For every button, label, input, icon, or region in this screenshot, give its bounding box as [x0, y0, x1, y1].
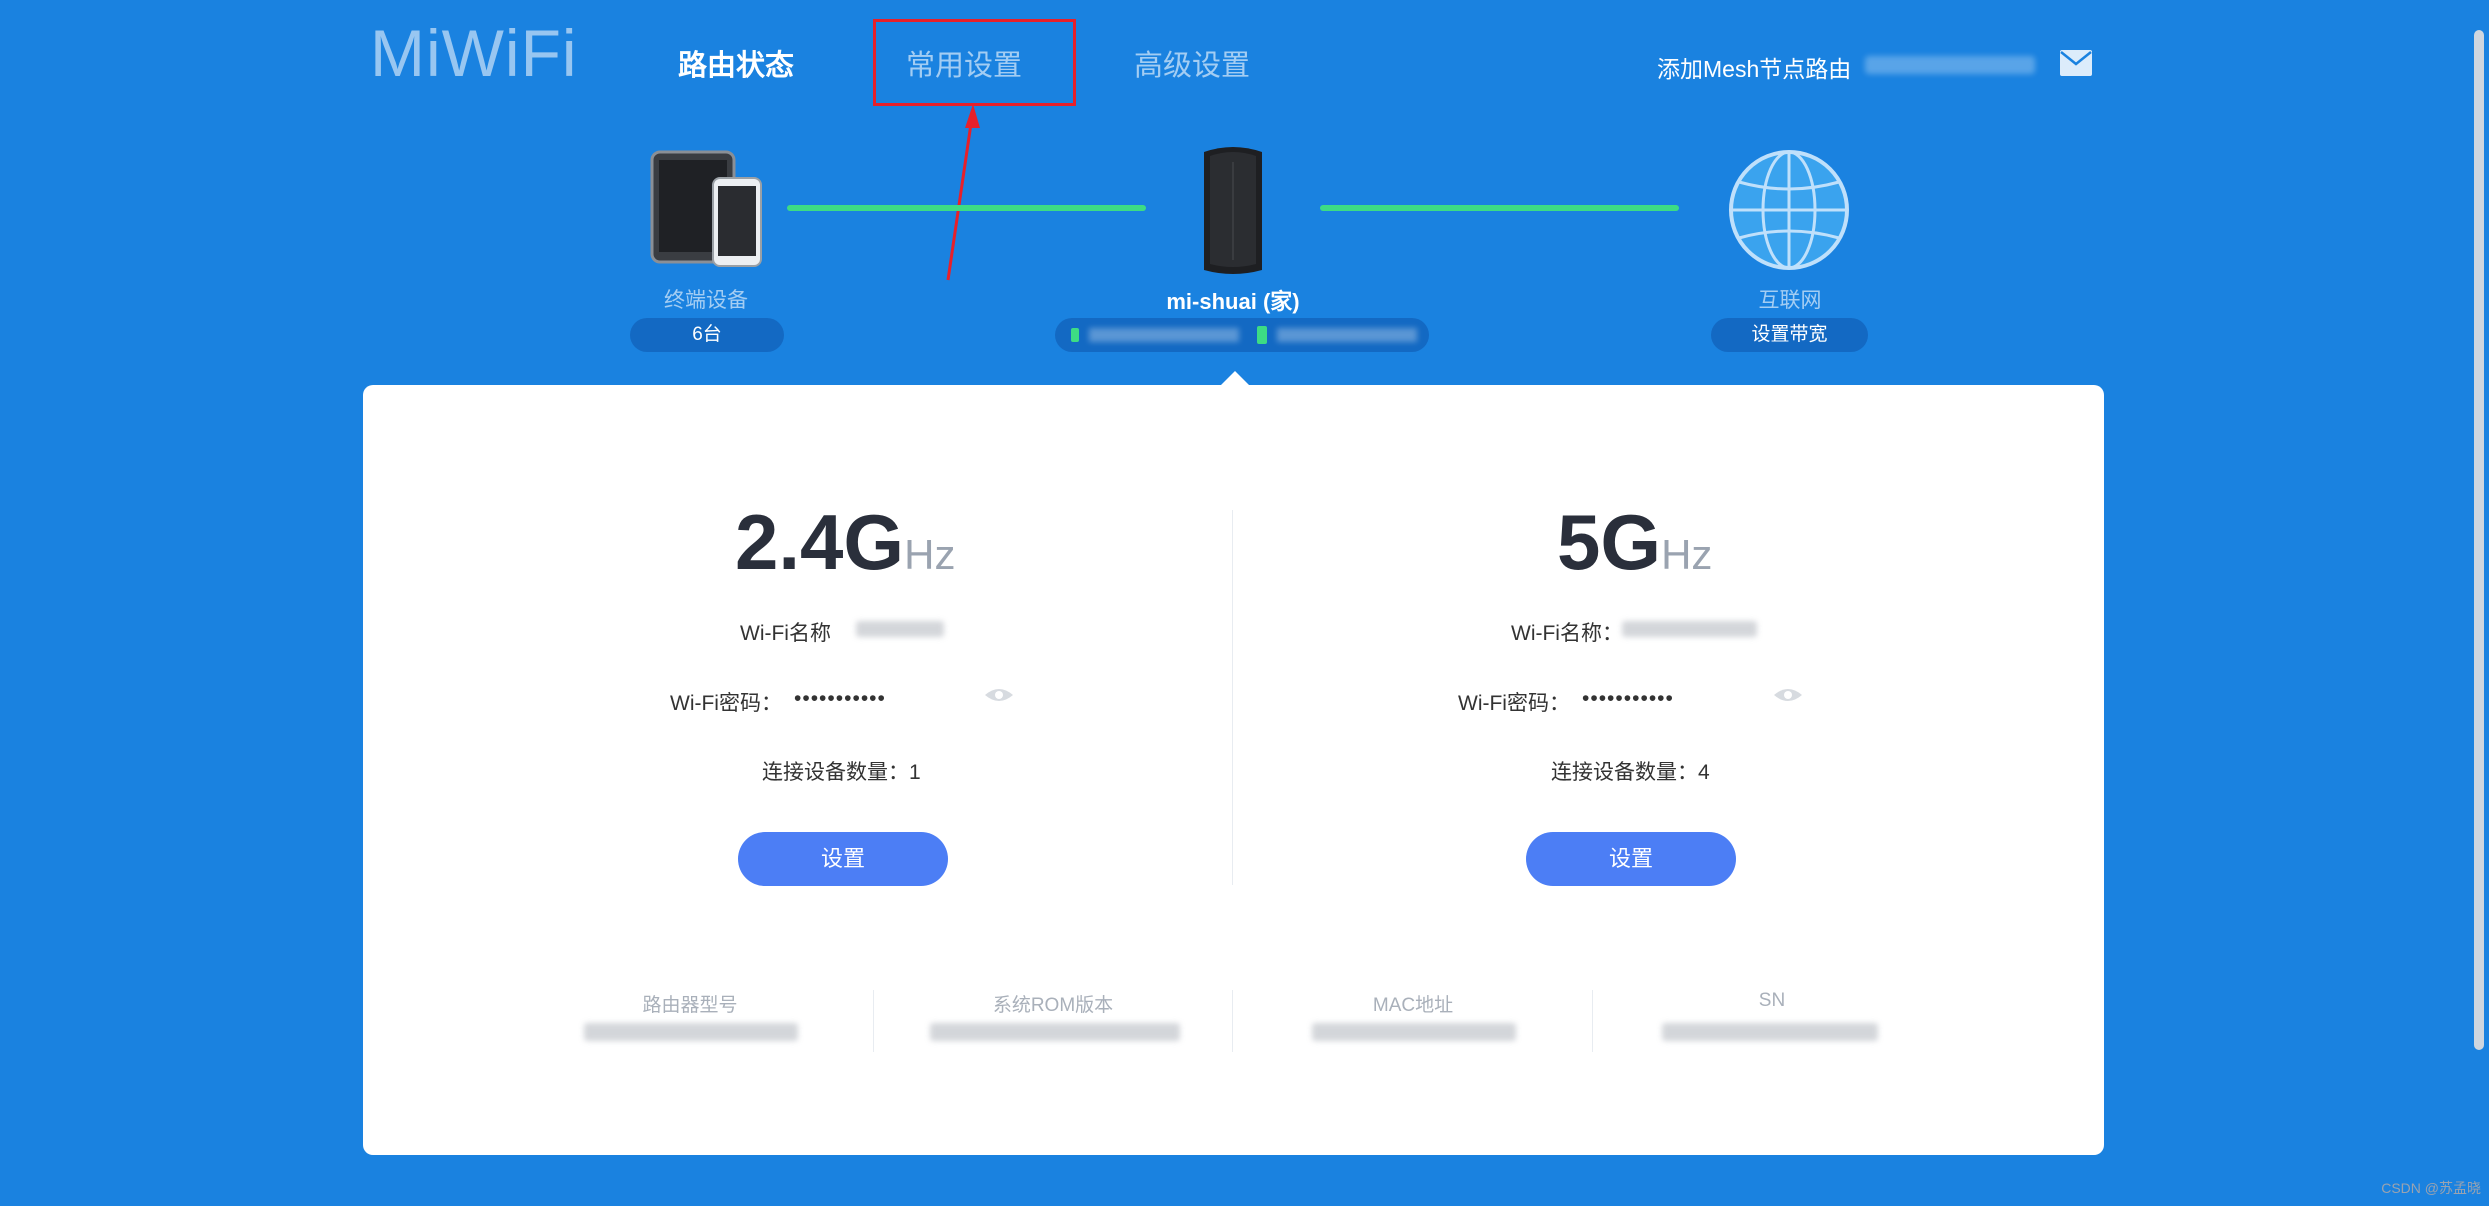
sn-label: SN — [1758, 990, 1786, 1011]
band-5g-wifi-name-redacted — [1622, 621, 1757, 637]
band-5g-title: 5GHz — [1557, 498, 1713, 586]
set-bandwidth-button[interactable]: 设置带宽 — [1711, 318, 1868, 352]
mail-icon[interactable] — [2059, 49, 2093, 77]
band-24g-show-password-icon[interactable] — [984, 686, 1014, 704]
router-model-redacted — [584, 1023, 798, 1041]
csdn-watermark: CSDN @苏孟晓 — [2381, 1180, 2481, 1196]
upload-indicator — [1071, 328, 1079, 342]
scrollbar-thumb[interactable] — [2474, 30, 2484, 1050]
internet-label: 互联网 — [1758, 289, 1822, 312]
tab-router-status[interactable]: 路由状态 — [678, 48, 794, 84]
devices-link-line — [787, 205, 1146, 211]
terminal-devices-label: 终端设备 — [664, 289, 748, 312]
miwifi-logo: MiWiFi — [370, 16, 578, 90]
router-name: mi-shuai (家) — [1166, 289, 1300, 314]
info-divider-3 — [1592, 990, 1593, 1052]
band-5g-settings-button[interactable]: 设置 — [1526, 832, 1736, 886]
rom-version-label: 系统ROM版本 — [992, 995, 1114, 1016]
mac-address-label: MAC地址 — [1372, 995, 1454, 1016]
band-5g-password-value: ••••••••••• — [1582, 687, 1674, 710]
router-model-label: 路由器型号 — [642, 995, 738, 1016]
band-24g-wifi-name-redacted — [856, 621, 944, 637]
mac-address-redacted — [1312, 1023, 1516, 1041]
download-speed-redacted — [1277, 328, 1417, 342]
internet-globe-icon[interactable] — [1727, 148, 1851, 272]
router-icon[interactable] — [1198, 142, 1268, 278]
annotation-highlight-box — [873, 19, 1076, 106]
router-traffic-pill[interactable] — [1055, 318, 1429, 352]
band-24g-connected-count: 连接设备数量：1 — [762, 761, 921, 784]
band-5g-password-label: Wi-Fi密码： — [1458, 692, 1570, 715]
sn-redacted — [1662, 1023, 1878, 1041]
band-24g-password-label: Wi-Fi密码： — [670, 692, 782, 715]
band-5g-connected-count: 连接设备数量：4 — [1551, 761, 1710, 784]
terminal-devices-icon[interactable] — [650, 150, 765, 270]
band-5g-wifi-name-label: Wi-Fi名称： — [1511, 622, 1623, 645]
rom-version-redacted — [930, 1023, 1180, 1041]
tab-advanced-settings[interactable]: 高级设置 — [1134, 48, 1250, 84]
band-5g-show-password-icon[interactable] — [1773, 686, 1803, 704]
download-indicator — [1257, 326, 1267, 344]
band-divider — [1232, 510, 1233, 885]
info-divider-2 — [1232, 990, 1233, 1052]
info-divider-1 — [873, 990, 874, 1052]
annotation-arrow — [946, 104, 980, 281]
band-24g-settings-button[interactable]: 设置 — [738, 832, 948, 886]
band-24g-password-value: ••••••••••• — [794, 687, 886, 710]
add-mesh-node-link[interactable]: 添加Mesh节点路由 — [1657, 50, 1851, 84]
band-24g-wifi-name-label: Wi-Fi名称 — [740, 622, 831, 645]
upload-speed-redacted — [1089, 328, 1239, 342]
terminal-devices-count[interactable]: 6台 — [630, 318, 784, 352]
band-24g-title: 2.4GHz — [735, 498, 956, 586]
user-account-redacted[interactable] — [1865, 56, 2035, 74]
internet-link-line — [1320, 205, 1679, 211]
